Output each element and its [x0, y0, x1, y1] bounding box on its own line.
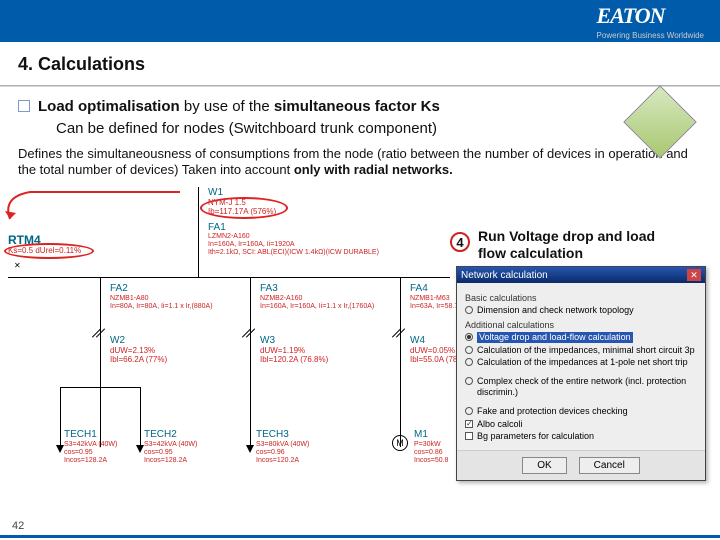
- node-w1-label: W1: [208, 187, 223, 198]
- node-fa2-label: FA2: [110, 283, 128, 294]
- node-fa1-data: LZMN2-A160 In=160A, Ir=160A, Ii=1920A It…: [208, 233, 379, 256]
- cancel-button[interactable]: Cancel: [579, 457, 640, 474]
- node-w2-label: W2: [110, 335, 125, 346]
- dialog-title-text: Network calculation: [461, 270, 548, 281]
- node-w4-label: W4: [410, 335, 425, 346]
- node-w3-data: dUW=1.19% Ibl=120.2A (76.8%): [260, 347, 328, 365]
- option-dimension[interactable]: Dimension and check network topology: [465, 305, 697, 316]
- header-bar: EATON Powering Business Worldwide: [0, 0, 720, 42]
- network-calculation-dialog: Network calculation ✕ Basic calculations…: [456, 266, 706, 481]
- brand-logo: EATON Powering Business Worldwide: [597, 3, 704, 40]
- node-tech2-label: TECH2: [144, 429, 177, 440]
- switchboard-node-icon: [630, 92, 690, 152]
- option-short-circuit-3p[interactable]: Calculation of the impedances, minimal s…: [465, 345, 697, 356]
- radio-icon: [465, 333, 473, 341]
- dialog-body: Basic calculations Dimension and check n…: [457, 283, 705, 450]
- node-w3-label: W3: [260, 335, 275, 346]
- slide-title: 4. Calculations: [18, 54, 702, 75]
- radio-icon: [465, 358, 473, 366]
- brand-tagline: Powering Business Worldwide: [597, 31, 704, 40]
- node-fa4-label: FA4: [410, 283, 428, 294]
- option-albo-calcoli[interactable]: Albo calcoli: [465, 419, 697, 430]
- logo-text: EATON: [597, 3, 665, 29]
- dialog-button-row: OK Cancel: [457, 450, 705, 480]
- title-divider: [0, 85, 720, 87]
- option-bg-parameters[interactable]: Bg parameters for calculation: [465, 431, 697, 442]
- node-fa1-label: FA1: [208, 222, 226, 233]
- bullet-subline: Can be defined for nodes (Switchboard tr…: [56, 119, 702, 139]
- option-voltage-drop[interactable]: Voltage drop and load-flow calculation: [465, 332, 697, 343]
- checkbox-icon: [465, 420, 473, 428]
- node-fa3-label: FA3: [260, 283, 278, 294]
- node-fa2-data: NZMB1-A80 In=80A, Ir=80A, Ii=1.1 x Ir,(8…: [110, 295, 213, 310]
- page-number: 42: [12, 520, 24, 532]
- node-m1-data: P=30kW cos=0.86 Incos=50.8: [414, 441, 448, 464]
- option-fake-protection[interactable]: Fake and protection devices checking: [465, 406, 697, 417]
- node-m1-label: M1: [414, 429, 428, 440]
- close-icon[interactable]: ✕: [687, 269, 701, 281]
- option-complex-check[interactable]: Complex check of the entire network (inc…: [465, 376, 697, 398]
- node-w2-data: dUW=2.13% Ibl=66.2A (77%): [110, 347, 167, 365]
- dialog-titlebar: Network calculation ✕: [457, 267, 705, 283]
- dialog-section-basic: Basic calculations: [465, 293, 697, 303]
- footer-accent-bar: [0, 535, 720, 538]
- radio-icon: [465, 346, 473, 354]
- option-short-circuit-1p[interactable]: Calculation of the impedances at 1-pole …: [465, 357, 697, 368]
- bullet-checkbox-icon: [18, 100, 30, 112]
- dialog-section-additional: Additional calculations: [465, 320, 697, 330]
- node-tech1-label: TECH1: [64, 429, 97, 440]
- slide-title-row: 4. Calculations: [0, 42, 720, 81]
- node-tech2-data: S3=42kVA (40W) cos=0.95 Incos=128.2A: [144, 441, 197, 464]
- ok-button[interactable]: OK: [522, 457, 566, 474]
- motor-icon: M: [392, 435, 408, 451]
- bullet-text: Load optimalisation by use of the simult…: [38, 97, 440, 117]
- busbar-tick: ✕: [14, 261, 21, 270]
- node-tech3-label: TECH3: [256, 429, 289, 440]
- node-fa3-data: NZMB2-A160 In=160A, Ir=160A, Ii=1.1 x Ir…: [260, 295, 374, 310]
- radio-icon: [465, 407, 473, 415]
- checkbox-icon: [465, 432, 473, 440]
- node-tech1-data: S3=42kVA (40W) cos=0.95 Incos=128.2A: [64, 441, 117, 464]
- description-text: Defines the simultaneousness of consumpt…: [18, 146, 702, 180]
- node-tech3-data: S3=80kVA (40W) cos=0.96 Incos=120.2A: [256, 441, 309, 464]
- radio-icon: [465, 306, 473, 314]
- radio-icon: [465, 377, 473, 385]
- bullet-load-optimalisation: Load optimalisation by use of the simult…: [18, 97, 702, 117]
